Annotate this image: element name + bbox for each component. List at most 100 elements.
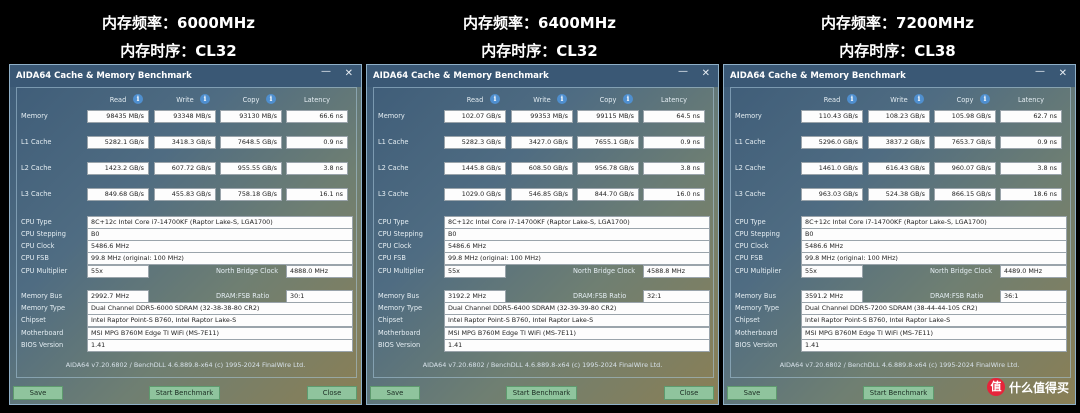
motherboard-label: Motherboard xyxy=(21,329,64,337)
l3-copy-value: 758.18 GB/s xyxy=(220,188,282,201)
memory-copy-value: 93130 MB/s xyxy=(220,110,282,123)
close-button[interactable]: Close xyxy=(664,386,714,400)
row-label-l3-cache: L3 Cache xyxy=(378,190,409,198)
save-button[interactable]: Save xyxy=(370,386,420,400)
info-icon[interactable]: i xyxy=(557,94,567,104)
cpu-stepping-label: CPU Stepping xyxy=(735,230,780,238)
results-panel: Read i Write i Copy i Latency Memory 984… xyxy=(16,87,357,378)
info-icon[interactable]: i xyxy=(490,94,500,104)
cpu-multiplier-value: 55x xyxy=(87,265,149,278)
chipset-label: Chipset xyxy=(21,316,46,324)
memory-frequency-heading: 内存频率：6400MHz xyxy=(463,14,616,32)
aida64-window-2: AIDA64 Cache & Memory Benchmark — ✕ Read… xyxy=(366,64,719,405)
info-icon[interactable]: i xyxy=(266,94,276,104)
l2-latency-value: 3.8 ns xyxy=(1000,162,1062,175)
bios-version-value: 1.41 xyxy=(444,339,710,352)
l3-latency-value: 16.1 ns xyxy=(286,188,348,201)
chipset-label: Chipset xyxy=(378,316,403,324)
memory-type-label: Memory Type xyxy=(378,304,423,312)
row-label-l1-cache: L1 Cache xyxy=(735,138,766,146)
close-icon[interactable]: ✕ xyxy=(345,68,353,79)
memory-write-value: 99353 MB/s xyxy=(511,110,573,123)
cpu-multiplier-value: 55x xyxy=(801,265,863,278)
cpu-stepping-label: CPU Stepping xyxy=(378,230,423,238)
dram-fsb-ratio-label: DRAM:FSB Ratio xyxy=(930,292,984,300)
minimize-icon[interactable]: — xyxy=(678,66,688,77)
chipset-value: Intel Raptor Point-S B760, Intel Raptor … xyxy=(87,314,353,327)
aida64-window-3: AIDA64 Cache & Memory Benchmark — ✕ Read… xyxy=(723,64,1076,405)
row-label-l3-cache: L3 Cache xyxy=(735,190,766,198)
l1-read-value: 5282.1 GB/s xyxy=(87,136,149,149)
row-label-l1-cache: L1 Cache xyxy=(21,138,52,146)
window-title: AIDA64 Cache & Memory Benchmark xyxy=(373,71,549,81)
memory-bus-label: Memory Bus xyxy=(378,292,420,300)
motherboard-label: Motherboard xyxy=(735,329,778,337)
l3-read-value: 963.03 GB/s xyxy=(801,188,863,201)
row-label-memory: Memory xyxy=(735,112,762,120)
start-benchmark-button[interactable]: Start Benchmark xyxy=(149,386,220,400)
bios-version-value: 1.41 xyxy=(801,339,1067,352)
row-label-l2-cache: L2 Cache xyxy=(735,164,766,172)
close-icon[interactable]: ✕ xyxy=(1059,68,1067,79)
copyright-footer: AIDA64 v7.20.6802 / BenchDLL 4.6.889.8-x… xyxy=(779,361,1020,369)
l3-write-value: 546.85 GB/s xyxy=(511,188,573,201)
memory-timing-heading: 内存时序：CL32 xyxy=(481,42,598,60)
minimize-icon[interactable]: — xyxy=(1035,66,1045,77)
l2-copy-value: 955.55 GB/s xyxy=(220,162,282,175)
watermark: 值 什么值得买 xyxy=(986,376,1069,398)
motherboard-label: Motherboard xyxy=(378,329,421,337)
info-icon[interactable]: i xyxy=(980,94,990,104)
cpu-clock-label: CPU Clock xyxy=(735,242,769,250)
dram-fsb-ratio-label: DRAM:FSB Ratio xyxy=(216,292,270,300)
info-icon[interactable]: i xyxy=(914,94,924,104)
cpu-multiplier-value: 55x xyxy=(444,265,506,278)
chipset-label: Chipset xyxy=(735,316,760,324)
info-icon[interactable]: i xyxy=(133,94,143,104)
l3-read-value: 1029.0 GB/s xyxy=(444,188,506,201)
chipset-value: Intel Raptor Point-S B760, Intel Raptor … xyxy=(444,314,710,327)
row-label-l2-cache: L2 Cache xyxy=(21,164,52,172)
cpu-fsb-label: CPU FSB xyxy=(378,254,406,262)
l1-write-value: 3837.2 GB/s xyxy=(868,136,930,149)
window-title: AIDA64 Cache & Memory Benchmark xyxy=(16,71,192,81)
bios-version-label: BIOS Version xyxy=(378,341,421,349)
l1-latency-value: 0.9 ns xyxy=(643,136,705,149)
l3-read-value: 849.68 GB/s xyxy=(87,188,149,201)
l1-copy-value: 7653.7 GB/s xyxy=(934,136,996,149)
save-button[interactable]: Save xyxy=(13,386,63,400)
close-button[interactable]: Close xyxy=(307,386,357,400)
cpu-fsb-label: CPU FSB xyxy=(21,254,49,262)
l1-latency-value: 0.9 ns xyxy=(1000,136,1062,149)
l1-write-value: 3418.3 GB/s xyxy=(154,136,216,149)
row-label-memory: Memory xyxy=(21,112,48,120)
save-button[interactable]: Save xyxy=(727,386,777,400)
memory-read-value: 98435 MB/s xyxy=(87,110,149,123)
zhi-logo-icon: 值 xyxy=(986,378,1005,396)
memory-bus-label: Memory Bus xyxy=(21,292,63,300)
memory-type-label: Memory Type xyxy=(735,304,780,312)
cpu-fsb-value: 99.8 MHz (original: 100 MHz) xyxy=(444,252,710,265)
copyright-footer: AIDA64 v7.20.6802 / BenchDLL 4.6.889.8-x… xyxy=(65,361,306,369)
bios-version-value: 1.41 xyxy=(87,339,353,352)
info-icon[interactable]: i xyxy=(200,94,210,104)
memory-copy-value: 99115 MB/s xyxy=(577,110,639,123)
title-bar: AIDA64 Cache & Memory Benchmark — ✕ xyxy=(10,65,361,87)
cpu-clock-label: CPU Clock xyxy=(378,242,412,250)
cpu-type-label: CPU Type xyxy=(21,218,52,226)
cpu-multiplier-label: CPU Multiplier xyxy=(21,267,68,275)
info-icon[interactable]: i xyxy=(847,94,857,104)
start-benchmark-button[interactable]: Start Benchmark xyxy=(863,386,934,400)
l2-latency-value: 3.8 ns xyxy=(643,162,705,175)
l2-copy-value: 960.07 GB/s xyxy=(934,162,996,175)
memory-write-value: 108.23 GB/s xyxy=(868,110,930,123)
close-icon[interactable]: ✕ xyxy=(702,68,710,79)
start-benchmark-button[interactable]: Start Benchmark xyxy=(506,386,577,400)
l2-copy-value: 956.78 GB/s xyxy=(577,162,639,175)
title-bar: AIDA64 Cache & Memory Benchmark — ✕ xyxy=(724,65,1075,87)
memory-latency-value: 66.6 ns xyxy=(286,110,348,123)
north-bridge-clock-label: North Bridge Clock xyxy=(573,267,636,275)
watermark-text: 什么值得买 xyxy=(1008,380,1069,395)
info-icon[interactable]: i xyxy=(623,94,633,104)
minimize-icon[interactable]: — xyxy=(321,66,331,77)
memory-frequency-heading: 内存频率：6000MHz xyxy=(102,14,255,32)
